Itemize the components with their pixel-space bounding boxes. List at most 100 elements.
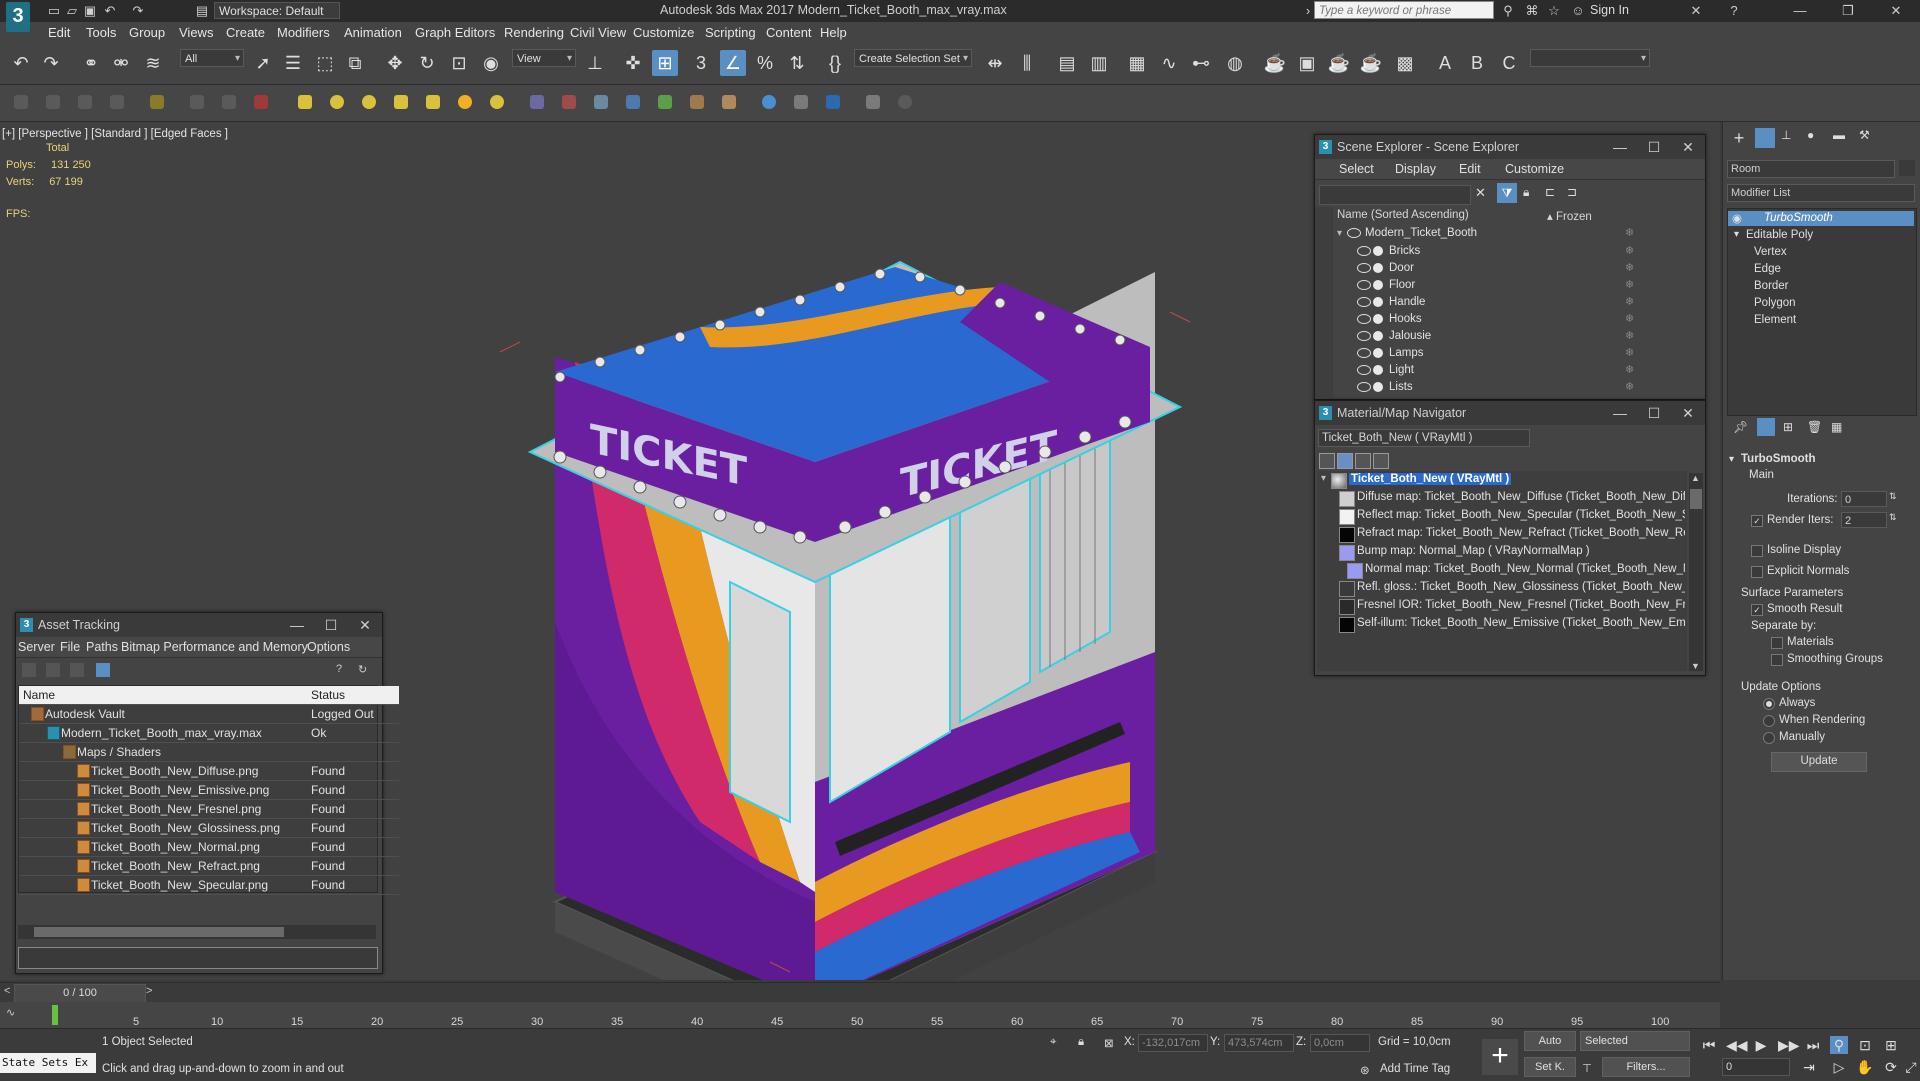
iterations-spinner[interactable]: 0 xyxy=(1841,491,1887,507)
ribbon-tool-23-icon[interactable] xyxy=(762,95,776,109)
ribbon-tool-25-icon[interactable] xyxy=(826,95,840,109)
asset-path-field[interactable] xyxy=(18,947,378,969)
display-tab-icon[interactable]: ▬ xyxy=(1833,128,1853,148)
render-in-cloud-icon[interactable]: ▩ xyxy=(1392,50,1418,76)
expand-arrow-icon[interactable]: ▾ xyxy=(1734,229,1739,240)
ribbon-tool-1-icon[interactable] xyxy=(14,95,28,109)
scene-item-row[interactable]: Lists ❄ xyxy=(1315,379,1705,396)
scene-explorer-titlebar[interactable]: 3 Scene Explorer - Scene Explorer — ☐ ✕ xyxy=(1315,135,1705,159)
rollout-turbosmooth-title[interactable]: TurboSmooth xyxy=(1741,453,1816,465)
freeze-icon[interactable]: ❄ xyxy=(1625,379,1634,396)
map-item[interactable]: Refl. gloss.: Ticket_Booth_New_Glossines… xyxy=(1357,581,1685,593)
scale-icon[interactable]: ⊡ xyxy=(446,50,472,76)
move-icon[interactable]: ✥ xyxy=(382,50,408,76)
app-logo[interactable]: 3 xyxy=(6,2,30,32)
at-menu-options[interactable]: Options xyxy=(307,640,350,654)
redo-icon[interactable]: ↷ xyxy=(38,50,64,76)
menu-graph-editors[interactable]: Graph Editors xyxy=(415,25,495,40)
menu-group[interactable]: Group xyxy=(129,25,165,40)
clear-search-icon[interactable]: ✕ xyxy=(1475,185,1486,201)
make-unique-icon[interactable]: ⊞ xyxy=(1783,420,1793,434)
go-to-end-icon[interactable]: ⏭ xyxy=(1804,1036,1822,1054)
ribbon-tool-22-icon[interactable] xyxy=(722,95,736,109)
object-name-field[interactable]: Room xyxy=(1727,160,1895,178)
freeze-icon[interactable]: ❄ xyxy=(1625,243,1634,260)
snaps-toggle-icon[interactable]: 3 xyxy=(688,50,714,76)
freeze-icon[interactable]: ❄ xyxy=(1625,362,1634,379)
render-iterative-icon[interactable]: ☕ xyxy=(1358,50,1384,76)
pivot-center-icon[interactable]: ⊥ xyxy=(582,50,608,76)
new-file-icon[interactable]: ▭ xyxy=(46,3,62,19)
save-icon[interactable]: ▣ xyxy=(82,3,98,19)
remove-modifier-icon[interactable]: 🗑︎ xyxy=(1807,420,1822,434)
ribbon-tool-19-icon[interactable] xyxy=(626,95,640,109)
table-row[interactable]: Ticket_Booth_New_Glossiness.png Found xyxy=(19,819,399,838)
link-icon[interactable]: ⚭ xyxy=(78,50,104,76)
menu-views[interactable]: Views xyxy=(179,25,213,40)
place-icon[interactable]: ◉ xyxy=(478,50,504,76)
map-item[interactable]: Refract map: Ticket_Booth_New_Refract (T… xyxy=(1357,527,1685,539)
field-of-view-icon[interactable]: ▷ xyxy=(1830,1058,1848,1076)
stack-polygon[interactable]: Polygon xyxy=(1754,297,1796,309)
restore-icon[interactable]: ❐ xyxy=(1840,3,1856,19)
ribbon-torus-icon[interactable] xyxy=(490,95,504,109)
table-row[interactable]: Autodesk Vault Logged Out xyxy=(19,705,399,724)
stack-vertex[interactable]: Vertex xyxy=(1754,246,1787,258)
bind-space-warp-icon[interactable]: ≋ xyxy=(140,50,166,76)
maximize-icon[interactable]: ☐ xyxy=(1639,401,1669,425)
ribbon-tool-8-icon[interactable] xyxy=(254,95,268,109)
map-item[interactable]: Reflect map: Ticket_Booth_New_Specular (… xyxy=(1357,509,1685,521)
menu-modifiers[interactable]: Modifiers xyxy=(277,25,330,40)
ribbon-cylinder-icon[interactable] xyxy=(394,95,408,109)
text-tool-a-icon[interactable]: A xyxy=(1432,50,1458,76)
close-icon[interactable]: ✕ xyxy=(1673,401,1703,425)
render-setup-icon[interactable]: ☕ xyxy=(1262,50,1288,76)
se-menu-display[interactable]: Display xyxy=(1395,162,1436,176)
view-small-icons-icon[interactable] xyxy=(1355,453,1371,469)
stack-border[interactable]: Border xyxy=(1754,280,1789,292)
key-filter-dropdown[interactable]: Selected xyxy=(1580,1031,1690,1051)
stack-edge[interactable]: Edge xyxy=(1754,263,1781,275)
rollout-collapse-icon[interactable]: ▾ xyxy=(1729,454,1734,465)
text-tool-b-icon[interactable]: B xyxy=(1464,50,1490,76)
current-frame-marker[interactable] xyxy=(52,1005,58,1025)
ribbon-tool-4-icon[interactable] xyxy=(110,95,124,109)
at-toolbar-1-icon[interactable] xyxy=(22,663,36,677)
visibility-eye-icon[interactable] xyxy=(1357,314,1371,324)
ribbon-light-icon[interactable] xyxy=(458,95,472,109)
scene-root-row[interactable]: ▾ Modern_Ticket_Booth ❄ xyxy=(1315,225,1705,242)
ribbon-tool-2-icon[interactable] xyxy=(46,95,60,109)
menu-rendering[interactable]: Rendering xyxy=(504,25,564,40)
window-crossing-icon[interactable]: ⧉ xyxy=(342,50,368,76)
expand-arrow-icon[interactable]: ▾ xyxy=(1321,473,1326,484)
menu-customize[interactable]: Customize xyxy=(633,25,694,40)
scene-explorer-search-input[interactable] xyxy=(1319,185,1471,205)
ribbon-tool-16-icon[interactable] xyxy=(530,95,544,109)
stack-editable-poly[interactable]: Editable Poly xyxy=(1746,229,1813,241)
table-row[interactable]: Ticket_Booth_New_Normal.png Found xyxy=(19,838,399,857)
text-tool-c-icon[interactable]: C xyxy=(1496,50,1522,76)
at-menu-bitmap-performance[interactable]: Bitmap Performance and Memory xyxy=(121,640,308,654)
update-when-rendering-radio[interactable] xyxy=(1763,715,1775,727)
at-toolbar-3-icon[interactable] xyxy=(70,663,84,677)
current-material-field[interactable]: Ticket_Both_New ( VRayMtl ) xyxy=(1318,429,1530,447)
scene-explorer-icon[interactable]: ▤ xyxy=(1054,50,1080,76)
freeze-icon[interactable]: ❄ xyxy=(1625,277,1634,294)
map-item[interactable]: Diffuse map: Ticket_Booth_New_Diffuse (T… xyxy=(1357,491,1685,503)
filters-button[interactable]: Filters... xyxy=(1602,1057,1690,1077)
column-name-header[interactable]: Name xyxy=(23,686,55,704)
close-icon[interactable]: ✕ xyxy=(1673,135,1703,159)
ribbon-tool-24-icon[interactable] xyxy=(794,95,808,109)
next-frame-icon[interactable]: > xyxy=(146,985,152,997)
go-to-start-icon[interactable]: ⏮ xyxy=(1700,1036,1718,1054)
explicit-normals-checkbox[interactable] xyxy=(1751,566,1763,578)
project-folder-icon[interactable]: ▤ xyxy=(194,3,210,19)
freeze-icon[interactable]: ❄ xyxy=(1625,294,1634,311)
binoculars-icon[interactable]: ⚲ xyxy=(1500,3,1516,19)
at-menu-file[interactable]: File xyxy=(60,640,80,654)
visibility-eye-icon[interactable] xyxy=(1347,228,1361,238)
menu-edit[interactable]: Edit xyxy=(48,25,70,40)
viewport-label[interactable]: [+] [Perspective ] [Standard ] [Edged Fa… xyxy=(2,128,228,140)
time-tag-icon[interactable]: ⊛ xyxy=(1360,1063,1370,1077)
time-slider-thumb[interactable]: 0 / 100 xyxy=(14,984,146,1004)
